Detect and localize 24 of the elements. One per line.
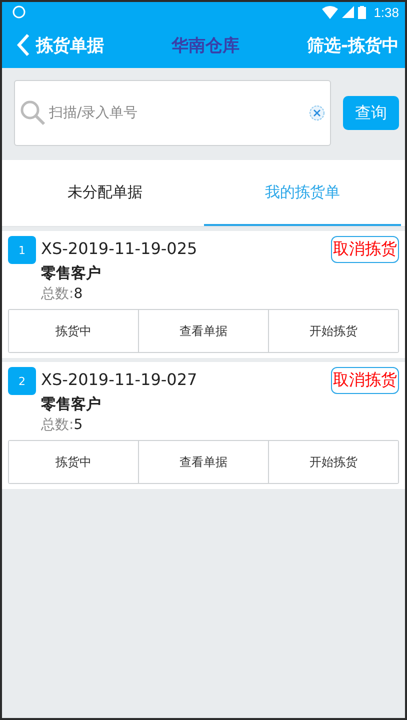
customer-name: 零售客户 [41, 394, 102, 415]
clock-time: 1:38 [374, 4, 399, 20]
cancel-picking-button[interactable]: 取消拣货 [331, 367, 399, 394]
index-badge: 1 [8, 236, 36, 264]
cancel-picking-button[interactable]: 取消拣货 [331, 236, 399, 263]
total-value: 5 [74, 417, 83, 433]
order-number: XS-2019-11-19-025 [41, 238, 198, 260]
app-notification-icon [12, 5, 26, 19]
action-button[interactable]: 开始拣货 [268, 441, 398, 483]
clear-icon[interactable] [309, 105, 325, 121]
customer-name: 零售客户 [41, 263, 102, 284]
index-badge: 2 [8, 367, 36, 395]
tab[interactable]: 未分配单据 [6, 160, 204, 226]
back-icon[interactable] [16, 33, 30, 57]
header-title: 华南仓库 [171, 34, 240, 56]
total-label: 总数: [41, 286, 74, 302]
signal-icon [342, 6, 354, 18]
search-field[interactable]: 扫描/录入单号 [14, 80, 331, 146]
order-number: XS-2019-11-19-027 [41, 369, 198, 391]
battery-icon [358, 6, 366, 18]
action-button[interactable]: 开始拣货 [268, 310, 398, 352]
total-label: 总数: [41, 417, 74, 433]
wifi-icon [322, 6, 338, 18]
total-value: 8 [74, 286, 83, 302]
